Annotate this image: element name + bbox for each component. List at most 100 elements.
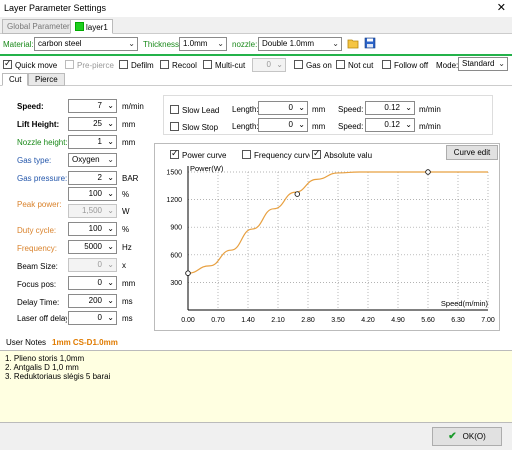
chart-grid (188, 171, 489, 310)
x-tick-label: 5.60 (421, 317, 435, 324)
power-curve-chart[interactable]: 300 600 900 1200 1500 0.00 0.70 1.40 2.10 2.80 3.… (156, 160, 498, 330)
laser-off-delay-unit: ms (122, 314, 133, 323)
slow-lead-speed-input[interactable]: 0.12 ⌄ (365, 101, 415, 115)
follow-off-checkbox[interactable]: Follow off (382, 60, 428, 70)
tab-global-parameter[interactable]: Global Parameter (2, 19, 75, 34)
chevron-down-icon: ⌄ (107, 119, 114, 128)
duty-cycle-input[interactable]: 100 ⌄ (68, 222, 117, 236)
chevron-down-icon: ⌄ (332, 39, 339, 48)
lift-height-input[interactable]: 25 ⌄ (68, 117, 117, 131)
multi-cut-count[interactable]: 0 ⌄ (252, 58, 286, 72)
chevron-down-icon: ⌄ (107, 173, 114, 182)
nozzle-select[interactable]: Double 1.0mm ⌄ (258, 37, 342, 51)
layer-tabs: Global Parameter layer1 (0, 17, 512, 34)
nozzle-height-input[interactable]: 1 ⌄ (68, 135, 117, 149)
focus-pos-unit: mm (122, 279, 136, 288)
close-icon[interactable]: ✕ (497, 1, 506, 14)
notes-textarea[interactable]: 1. Plieno storis 1,0mm 2. Antgalis D 1,0… (0, 350, 512, 423)
open-folder-icon[interactable] (347, 37, 360, 49)
x-tick-label: 2.10 (271, 317, 285, 324)
x-tick-label: 6.30 (451, 317, 465, 324)
chevron-down-icon: ⌄ (107, 278, 114, 287)
recool-checkbox[interactable]: Recool (160, 60, 197, 70)
mode-select[interactable]: Standard ⌄ (458, 57, 508, 71)
x-axis-label: Speed(m/min) (441, 299, 489, 308)
chevron-down-icon: ⌄ (498, 59, 505, 68)
beam-size-input[interactable]: 0 ⌄ (68, 258, 117, 272)
slow-lead-checkbox[interactable]: Slow Lead (170, 105, 219, 115)
notes-title: 1mm CS-D1.0mm (52, 338, 118, 347)
power-percent-input[interactable]: 100 ⌄ (68, 187, 117, 201)
chevron-down-icon: ⌄ (107, 313, 114, 322)
gas-type-label: Gas type: (17, 156, 52, 165)
tab-cut[interactable]: Cut (2, 73, 29, 86)
laser-off-delay-input[interactable]: 0 ⌄ (68, 311, 117, 325)
not-cut-checkbox[interactable]: Not cut (336, 60, 373, 70)
chevron-down-icon: ⌄ (107, 137, 114, 146)
focus-pos-input[interactable]: 0 ⌄ (68, 276, 117, 290)
chevron-down-icon: ⌄ (405, 103, 412, 112)
window-title: Layer Parameter Settings (4, 3, 107, 13)
peak-power-label: Peak power: (17, 200, 62, 209)
save-icon[interactable] (364, 37, 376, 49)
control-point (425, 169, 431, 175)
chevron-down-icon: ⌄ (298, 120, 305, 129)
y-tick-label: 300 (170, 280, 182, 287)
chevron-down-icon: ⌄ (107, 189, 114, 198)
x-tick-label: 0.00 (181, 317, 195, 324)
slow-lead-length-input[interactable]: 0 ⌄ (258, 101, 308, 115)
x-tick-label: 1.40 (241, 317, 255, 324)
tab-layer1[interactable]: layer1 (70, 19, 113, 34)
quick-move-checkbox[interactable]: Quick move (3, 58, 57, 70)
user-notes-label: User Notes (6, 338, 47, 347)
gas-pressure-label: Gas pressure: (17, 174, 68, 183)
ok-button[interactable]: ✔ OK(O) (432, 427, 502, 446)
checkmark-icon: ✔ (448, 431, 457, 442)
speed-input[interactable]: 7 ⌄ (68, 99, 117, 113)
chevron-down-icon: ⌄ (107, 101, 114, 110)
thickness-select[interactable]: 1.0mm ⌄ (179, 37, 227, 51)
gas-type-select[interactable]: Oxygen ⌄ (68, 153, 117, 167)
delay-time-input[interactable]: 200 ⌄ (68, 294, 117, 308)
chevron-down-icon: ⌄ (107, 224, 114, 233)
slow-speed-label: Speed: (338, 105, 364, 114)
x-tick-label: 7.00 (481, 317, 495, 324)
speed-label: Speed: (17, 102, 44, 111)
material-label: Material: (3, 40, 34, 49)
chevron-down-icon: ⌄ (276, 60, 283, 69)
frequency-input[interactable]: 5000 ⌄ (68, 240, 117, 254)
slow-stop-length-input[interactable]: 0 ⌄ (258, 118, 308, 132)
y-tick-label: 1500 (166, 170, 182, 177)
duty-cycle-label: Duty cycle: (17, 226, 57, 235)
power-curve-checkbox[interactable]: Power curve (170, 148, 226, 160)
x-tick-label: 4.20 (361, 317, 375, 324)
layer-color-icon (75, 22, 84, 31)
material-select[interactable]: carbon steel ⌄ (34, 37, 138, 51)
notes-line: 1. Plieno storis 1,0mm (5, 354, 85, 363)
beam-size-label: Beam Size: (17, 262, 58, 271)
mode-label: Mode: (436, 61, 459, 70)
chevron-down-icon: ⌄ (217, 39, 224, 48)
chevron-down-icon: ⌄ (128, 39, 135, 48)
pre-pierce-checkbox[interactable]: Pre-pierce (65, 60, 114, 70)
frequency-curve-checkbox[interactable]: Frequency curve (242, 150, 310, 160)
tab-pierce[interactable]: Pierce (28, 73, 65, 86)
multi-cut-checkbox[interactable]: Multi-cut (203, 60, 245, 70)
absolute-value-checkbox[interactable]: Absolute valu (312, 148, 372, 160)
slow-stop-checkbox[interactable]: Slow Stop (170, 122, 218, 132)
length-label: Length: (232, 122, 259, 131)
gas-on-checkbox[interactable]: Gas on (294, 60, 332, 70)
gas-pressure-input[interactable]: 2 ⌄ (68, 171, 117, 185)
power-percent-unit: % (122, 190, 130, 199)
defilm-checkbox[interactable]: Defilm (119, 60, 154, 70)
peak-power-input[interactable]: 1,500 ⌄ (68, 204, 117, 218)
slow-speed-unit: m/min (419, 105, 441, 114)
curve-edit-button[interactable]: Curve edit (446, 145, 498, 160)
subtabs: Cut Pierce (0, 73, 512, 86)
y-axis-label: Power(W) (190, 164, 224, 173)
slow-stop-speed-input[interactable]: 0.12 ⌄ (365, 118, 415, 132)
y-tick-label: 900 (170, 225, 182, 232)
speed-unit: m/min (122, 102, 144, 111)
delay-time-unit: ms (122, 297, 133, 306)
y-axis-ticks: 300 600 900 1200 1500 (166, 170, 182, 287)
